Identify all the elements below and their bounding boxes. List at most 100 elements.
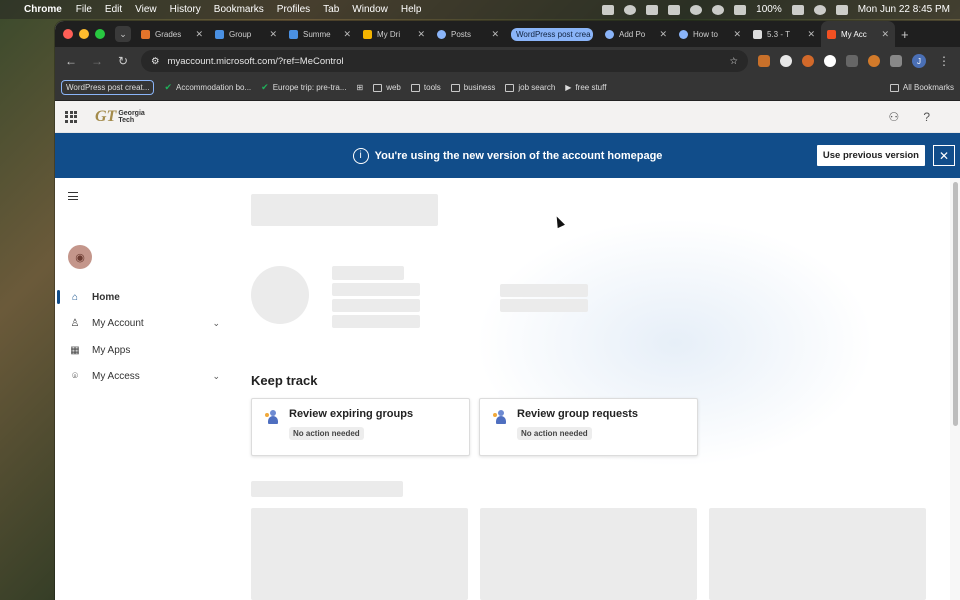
tab-group[interactable]: Group ✕ xyxy=(209,21,283,47)
battery-icon[interactable] xyxy=(791,4,804,15)
tab-label: How to xyxy=(693,29,718,39)
forward-arrow-icon[interactable]: → xyxy=(89,54,105,68)
bookmark-star-icon[interactable]: ☆ xyxy=(729,56,738,67)
tab-summer[interactable]: Summe ✕ xyxy=(283,21,357,47)
help-icon[interactable]: ? xyxy=(923,110,930,124)
card-review-expiring-groups[interactable]: Review expiring groups No action needed xyxy=(251,398,470,456)
sidebar-item-my-apps[interactable]: ▦ My Apps xyxy=(55,337,230,363)
georgia-tech-logo[interactable]: GT Georgia Tech xyxy=(95,108,145,126)
menubar-clock[interactable]: Mon Jun 22 8:45 PM xyxy=(858,4,950,15)
kebab-menu-icon[interactable]: ⋮ xyxy=(936,54,952,68)
control-center-icon[interactable] xyxy=(835,4,848,15)
reload-icon[interactable]: ↻ xyxy=(115,54,131,68)
skeleton-line xyxy=(332,299,420,312)
profile-avatar[interactable]: J xyxy=(912,54,926,68)
extension-icon[interactable] xyxy=(868,55,880,67)
close-banner-icon[interactable]: ✕ xyxy=(933,145,955,166)
tab-my-account[interactable]: My Acc ✕ xyxy=(821,21,895,47)
sidebar-item-home[interactable]: ⌂ Home xyxy=(55,284,230,310)
extension-icon[interactable] xyxy=(846,55,858,67)
sidebar-item-label: My Access xyxy=(92,370,140,382)
site-settings-icon[interactable]: ⚙ xyxy=(151,56,160,67)
all-bookmarks-button[interactable]: All Bookmarks xyxy=(889,83,954,92)
wifi-icon[interactable] xyxy=(813,4,826,15)
menu-edit[interactable]: Edit xyxy=(105,4,122,15)
minimize-window-button[interactable] xyxy=(79,29,89,39)
menu-help[interactable]: Help xyxy=(401,4,422,15)
back-arrow-icon[interactable]: ← xyxy=(63,54,79,68)
menu-tab[interactable]: Tab xyxy=(323,4,339,15)
tray-app-icon[interactable] xyxy=(602,4,615,15)
skeleton-line xyxy=(251,481,403,497)
tray-dropbox-icon[interactable] xyxy=(668,4,681,15)
tray-keyboard-icon[interactable] xyxy=(734,4,747,15)
scrollbar[interactable] xyxy=(950,178,960,600)
chevron-down-icon[interactable]: ⌄ xyxy=(212,318,220,329)
tray-bluetooth-icon[interactable] xyxy=(712,4,725,15)
close-window-button[interactable] xyxy=(63,29,73,39)
shield-extension-icon[interactable] xyxy=(780,55,792,67)
check-icon: ✔ xyxy=(164,82,172,92)
tab-search-chevron-icon[interactable]: ⌄ xyxy=(115,26,131,42)
tray-record-icon[interactable] xyxy=(624,4,637,15)
apps-grid-icon[interactable]: ⊞ xyxy=(357,83,364,92)
tab-favicon xyxy=(141,29,150,39)
hamburger-menu-icon[interactable] xyxy=(68,192,78,200)
bookmark-free-stuff[interactable]: ▶ free stuff xyxy=(565,83,606,92)
bookmark-item[interactable]: WordPress post creat... xyxy=(61,80,155,95)
app-launcher-waffle-icon[interactable] xyxy=(65,110,77,123)
sidebar-item-my-account[interactable]: ♙ My Account ⌄ xyxy=(55,310,230,336)
tab-5-3[interactable]: 5.3 - T ✕ xyxy=(747,21,821,47)
menu-bookmarks[interactable]: Bookmarks xyxy=(214,4,264,15)
close-tab-icon[interactable]: ✕ xyxy=(269,29,277,40)
tab-posts[interactable]: Posts ✕ xyxy=(431,21,505,47)
browser-toolbar: ← → ↻ ⚙ myaccount.microsoft.com/?ref=MeC… xyxy=(55,47,960,75)
new-tab-button[interactable]: + xyxy=(901,27,909,42)
gt-logo-mark: GT xyxy=(95,107,117,125)
address-bar[interactable]: ⚙ myaccount.microsoft.com/?ref=MeControl… xyxy=(141,50,748,72)
tab-how-to[interactable]: How to ✕ xyxy=(673,21,747,47)
url-text[interactable]: myaccount.microsoft.com/?ref=MeControl xyxy=(168,56,722,67)
extension-icon[interactable] xyxy=(758,55,770,67)
zoom-window-button[interactable] xyxy=(95,29,105,39)
bookmark-item[interactable]: ✔ Accommodation bo... xyxy=(164,82,251,93)
menu-view[interactable]: View xyxy=(135,4,157,15)
close-tab-icon[interactable]: ✕ xyxy=(343,29,351,40)
bookmark-folder-business[interactable]: business xyxy=(450,83,495,92)
person-icon: ♙ xyxy=(70,317,80,329)
tab-add-post[interactable]: Add Po ✕ xyxy=(599,21,673,47)
app-menu-chrome[interactable]: Chrome xyxy=(24,4,62,15)
sidebar-item-my-access[interactable]: ⌾ My Access ⌄ xyxy=(55,363,230,389)
close-tab-icon[interactable]: ✕ xyxy=(417,29,425,40)
scrollbar-thumb[interactable] xyxy=(953,182,958,426)
chevron-down-icon[interactable]: ⌄ xyxy=(212,371,220,382)
menu-window[interactable]: Window xyxy=(352,4,388,15)
close-tab-icon[interactable]: ✕ xyxy=(733,29,741,40)
bookmark-folder-job-search[interactable]: job search xyxy=(505,83,555,92)
tray-notion-icon[interactable] xyxy=(646,4,659,15)
card-review-group-requests[interactable]: Review group requests No action needed xyxy=(479,398,698,456)
tab-my-drive[interactable]: My Dri ✕ xyxy=(357,21,431,47)
battery-percent[interactable]: 100% xyxy=(756,4,782,15)
puzzle-extensions-icon[interactable] xyxy=(890,55,902,67)
menu-file[interactable]: File xyxy=(76,4,92,15)
menu-history[interactable]: History xyxy=(170,4,201,15)
user-avatar[interactable]: ◉ xyxy=(68,245,92,269)
tab-group-label-wordpress[interactable]: WordPress post crea xyxy=(505,21,599,47)
bookmark-folder-tools[interactable]: tools xyxy=(410,83,441,92)
browser-window: ⌄ Grades ✕ Group ✕ Summe ✕ My Dri ✕ Post… xyxy=(55,21,960,600)
brave-extension-icon[interactable] xyxy=(802,55,814,67)
close-tab-icon[interactable]: ✕ xyxy=(881,29,889,40)
tray-cloud-icon[interactable] xyxy=(690,4,703,15)
close-tab-icon[interactable]: ✕ xyxy=(659,29,667,40)
bookmark-item[interactable]: ✔ Europe trip: pre-tra... xyxy=(261,82,346,93)
close-tab-icon[interactable]: ✕ xyxy=(195,29,203,40)
organization-icon[interactable]: ⚇ xyxy=(889,110,900,124)
close-tab-icon[interactable]: ✕ xyxy=(807,29,815,40)
close-tab-icon[interactable]: ✕ xyxy=(491,29,499,40)
bookmark-folder-web[interactable]: web xyxy=(373,83,401,92)
menu-profiles[interactable]: Profiles xyxy=(277,4,310,15)
s-extension-icon[interactable] xyxy=(824,55,836,67)
use-previous-version-button[interactable]: Use previous version xyxy=(816,145,925,166)
tab-grades[interactable]: Grades ✕ xyxy=(135,21,209,47)
